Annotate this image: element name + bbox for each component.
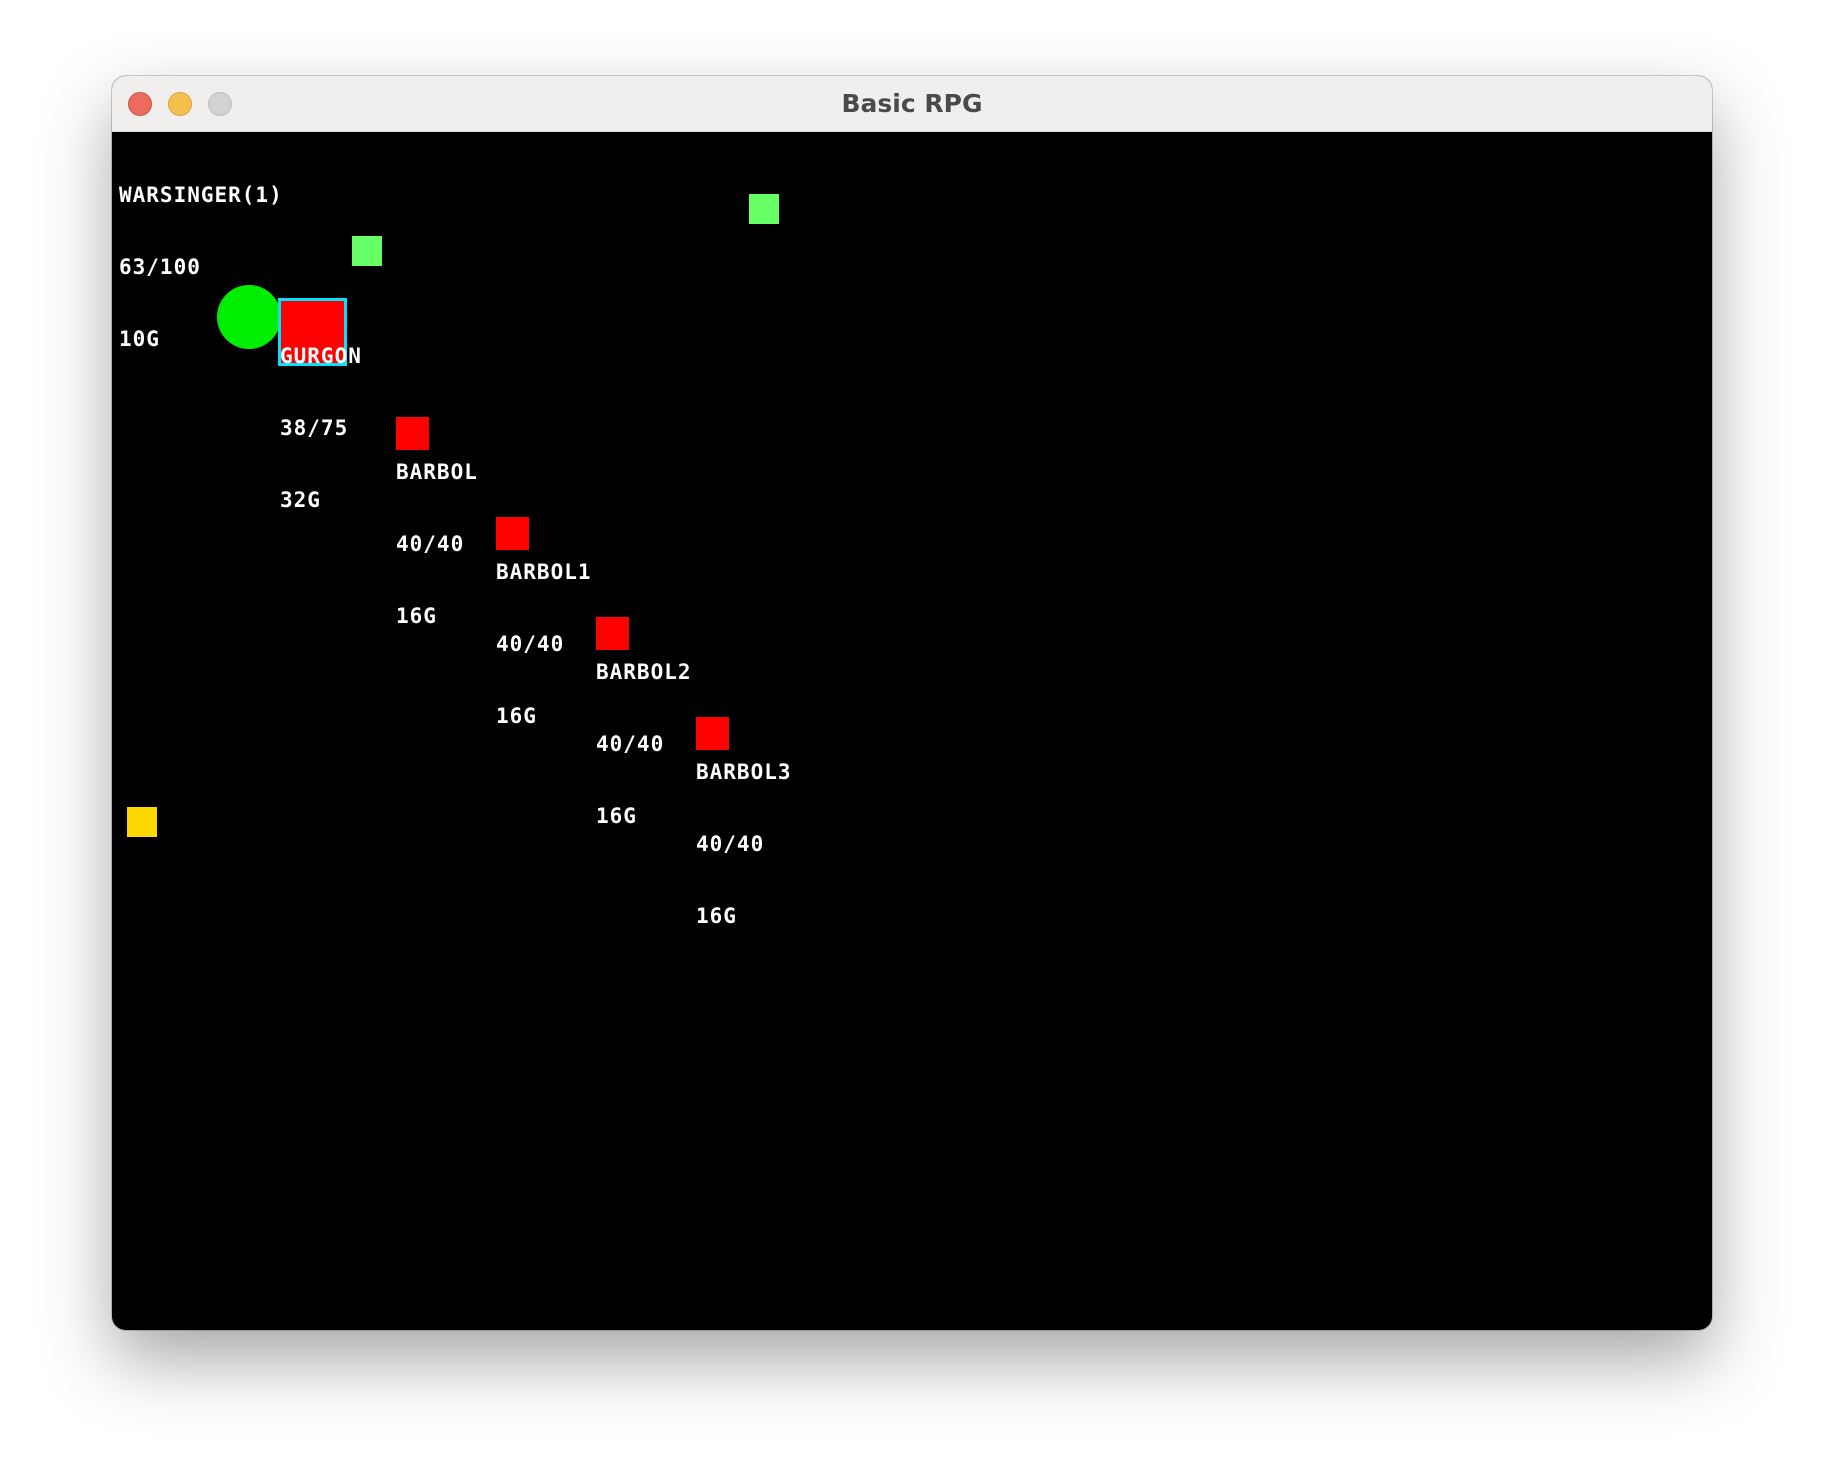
- enemy-gold: 32G: [280, 488, 321, 512]
- green-item-tile[interactable]: [749, 194, 779, 224]
- enemy-name: GURGON: [280, 344, 362, 368]
- yellow-item-tile[interactable]: [127, 807, 157, 837]
- enemy-name: BARBOL3: [696, 760, 792, 784]
- enemy-name: BARBOL2: [596, 660, 692, 684]
- game-canvas[interactable]: WARSINGER(1) 63/100 10G GURGON 38/75 32G…: [112, 132, 1712, 1330]
- enemy-hp: 38/75: [280, 416, 349, 440]
- enemy-hp: 40/40: [396, 532, 465, 556]
- enemy-name: BARBOL1: [496, 560, 592, 584]
- player-name: WARSINGER(1): [119, 183, 283, 207]
- enemy-label-barbol2: BARBOL2 40/40 16G: [596, 612, 692, 876]
- player-sprite[interactable]: [217, 285, 281, 349]
- game-window: Basic RPG WARSINGER(1) 63/100 10G GURGON…: [112, 76, 1712, 1330]
- enemy-label-gurgon: GURGON 38/75 32G: [280, 296, 362, 560]
- enemy-label-barbol1: BARBOL1 40/40 16G: [496, 512, 592, 776]
- enemy-gold: 16G: [496, 704, 537, 728]
- player-hud: WARSINGER(1) 63/100 10G: [119, 135, 283, 399]
- green-item-tile[interactable]: [352, 236, 382, 266]
- enemy-label-barbol: BARBOL 40/40 16G: [396, 412, 478, 676]
- enemy-label-barbol3: BARBOL3 40/40 16G: [696, 712, 792, 976]
- title-bar: Basic RPG: [112, 76, 1712, 132]
- enemy-hp: 40/40: [596, 732, 665, 756]
- enemy-hp: 40/40: [496, 632, 565, 656]
- enemy-gold: 16G: [696, 904, 737, 928]
- enemy-hp: 40/40: [696, 832, 765, 856]
- enemy-gold: 16G: [596, 804, 637, 828]
- enemy-gold: 16G: [396, 604, 437, 628]
- player-hp: 63/100: [119, 255, 201, 279]
- enemy-name: BARBOL: [396, 460, 478, 484]
- window-title: Basic RPG: [841, 89, 983, 118]
